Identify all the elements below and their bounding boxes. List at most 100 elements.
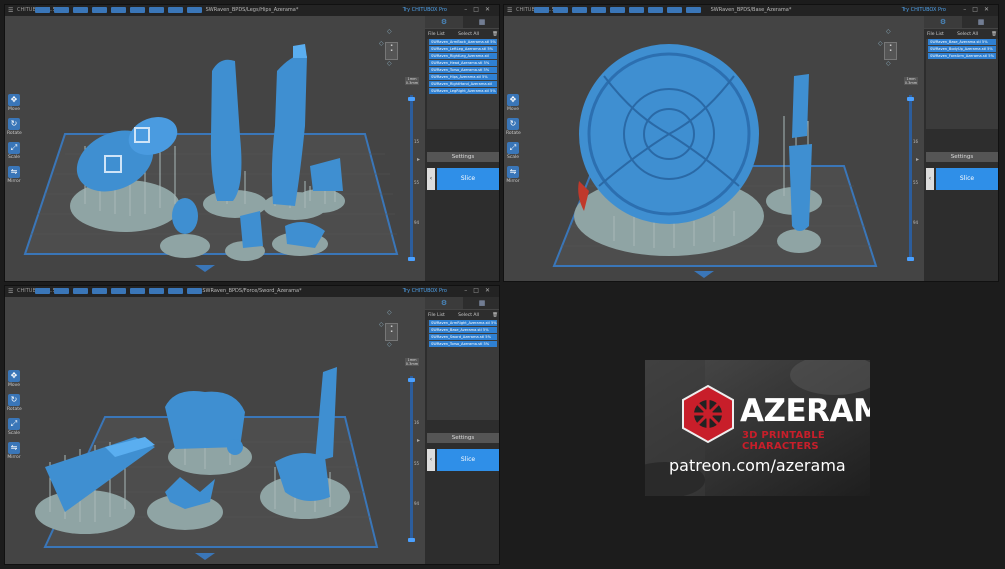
nav-down-icon[interactable]: ◇ xyxy=(387,60,392,67)
toolbar-button[interactable] xyxy=(130,288,145,294)
toolbar-button[interactable] xyxy=(54,7,69,13)
menu-icon[interactable]: ☰ xyxy=(8,288,13,295)
mirror-tool[interactable]: ⇋ Mirror xyxy=(506,166,520,184)
toolbar-button[interactable] xyxy=(92,288,107,294)
file-list-item[interactable]: SWRaven_Torso_Azerama.stl 5% xyxy=(429,67,497,73)
nav-up-icon[interactable]: ◇ xyxy=(387,309,392,316)
window-controls[interactable]: –□✕ xyxy=(963,6,995,13)
file-list-item[interactable]: SWRaven_BodyUp_Azerama.stl 5% xyxy=(928,46,996,52)
toolbar-button[interactable] xyxy=(111,288,126,294)
layer-track[interactable] xyxy=(909,95,912,260)
rotate-tool[interactable]: ↻ Rotate xyxy=(506,118,521,136)
nav-up-icon[interactable]: ◇ xyxy=(886,28,891,35)
layer-track[interactable] xyxy=(410,95,413,260)
try-pro-link[interactable]: Try CHITUBOX Pro xyxy=(403,288,447,294)
toolbar-button[interactable] xyxy=(168,7,183,13)
nav-down-icon[interactable]: ◇ xyxy=(886,60,891,67)
mirror-tool[interactable]: ⇋ Mirror xyxy=(7,442,21,460)
3d-viewport[interactable]: ✥ Move ↻ Rotate ⤢ Scale ⇋ Mirror ◇ ◇ ▪ ▪ ◇ 1m… xyxy=(5,297,425,564)
toolbar-button[interactable] xyxy=(111,7,126,13)
tab-print[interactable]: ▦ xyxy=(962,16,998,28)
scale-tool[interactable]: ⤢ Scale xyxy=(7,418,21,436)
collapse-sidebar-icon[interactable]: ▸ xyxy=(417,437,420,444)
toolbar-button[interactable] xyxy=(187,288,202,294)
toolbar-button[interactable] xyxy=(648,7,663,13)
toolbar-button[interactable] xyxy=(35,7,50,13)
nav-down-icon[interactable]: ◇ xyxy=(387,341,392,348)
view-cube-icon[interactable]: ▪ ▪ xyxy=(884,42,897,60)
rotate-tool[interactable]: ↻ Rotate xyxy=(7,118,22,136)
expand-icon[interactable]: ‹ xyxy=(926,168,934,190)
toolbar-button[interactable] xyxy=(92,7,107,13)
move-tool[interactable]: ✥ Move xyxy=(7,370,21,388)
scale-tool[interactable]: ⤢ Scale xyxy=(7,142,21,160)
file-list-item[interactable]: SWRaven_Head_Azerama.stl 5% xyxy=(429,60,497,66)
expand-icon[interactable]: ‹ xyxy=(427,449,435,471)
view-navigator[interactable]: ◇ ◇ ▪ ▪ ◇ xyxy=(878,28,900,68)
toolbar-button[interactable] xyxy=(610,7,625,13)
layer-bottom-handle[interactable] xyxy=(408,538,415,542)
delete-icon[interactable]: 🗑 xyxy=(492,313,498,318)
layer-top-handle[interactable] xyxy=(907,97,914,101)
delete-icon[interactable]: 🗑 xyxy=(492,32,498,37)
toolbar-button[interactable] xyxy=(35,288,50,294)
slice-button[interactable]: Slice xyxy=(437,168,499,190)
try-pro-link[interactable]: Try CHITUBOX Pro xyxy=(403,7,447,13)
file-list-item[interactable]: SWRaven_ArmRight_Azerama.stl 5% xyxy=(429,320,497,326)
view-cube-icon[interactable]: ▪ ▪ xyxy=(385,42,398,60)
file-list-item[interactable]: SWRaven_ForeArm_Azerama.stl 5% xyxy=(928,53,996,59)
file-list-item[interactable]: SWRaven_LegRight_Azerama.stl 5% xyxy=(429,88,497,94)
file-list-item[interactable]: SWRaven_RightLeg_Azerama.stl xyxy=(429,53,497,59)
file-list-item[interactable]: SWRaven_Torso_Azerama.stl 5% xyxy=(429,341,497,347)
scale-tool[interactable]: ⤢ Scale xyxy=(506,142,520,160)
try-pro-link[interactable]: Try CHITUBOX Pro xyxy=(902,7,946,13)
layer-bottom-handle[interactable] xyxy=(408,257,415,261)
file-list-item[interactable]: SWRaven_LeftLeg_Azerama.stl 5% xyxy=(429,46,497,52)
expand-icon[interactable]: ‹ xyxy=(427,168,435,190)
nav-left-icon[interactable]: ◇ xyxy=(379,321,384,328)
toolbar-button[interactable] xyxy=(149,288,164,294)
delete-icon[interactable]: 🗑 xyxy=(991,32,997,37)
nav-left-icon[interactable]: ◇ xyxy=(878,40,883,47)
toolbar-button[interactable] xyxy=(534,7,549,13)
menu-icon[interactable]: ☰ xyxy=(8,7,13,14)
view-navigator[interactable]: ◇ ◇ ▪ ▪ ◇ xyxy=(379,309,401,349)
slice-button[interactable]: Slice xyxy=(936,168,998,190)
select-all-label[interactable]: Select All xyxy=(458,32,479,37)
select-all-label[interactable]: Select All xyxy=(957,32,978,37)
toolbar-button[interactable] xyxy=(73,7,88,13)
file-list-item[interactable]: SWRaven_Sword_Azerama.stl 5% xyxy=(429,334,497,340)
toolbar-button[interactable] xyxy=(73,288,88,294)
toolbar-button[interactable] xyxy=(130,7,145,13)
file-list-item[interactable]: SWRaven_ArmBack_Azerama.stl 5% xyxy=(429,39,497,45)
file-list-item[interactable]: SWRaven_Hips_Azerama.stl 5% xyxy=(429,74,497,80)
layer-top-handle[interactable] xyxy=(408,97,415,101)
settings-button[interactable]: Settings xyxy=(926,152,998,162)
view-navigator[interactable]: ◇ ◇ ▪ ▪ ◇ xyxy=(379,28,401,68)
menu-icon[interactable]: ☰ xyxy=(507,7,512,14)
toolbar-button[interactable] xyxy=(187,7,202,13)
file-list-item[interactable]: SWRaven_Base_Azerama.stl 5% xyxy=(928,39,996,45)
layer-top-handle[interactable] xyxy=(408,378,415,382)
toolbar-button[interactable] xyxy=(667,7,682,13)
settings-button[interactable]: Settings xyxy=(427,433,499,443)
slice-button[interactable]: Slice xyxy=(437,449,499,471)
nav-left-icon[interactable]: ◇ xyxy=(379,40,384,47)
layer-slider[interactable]: 1mm 0.3mm 15 55 94 xyxy=(405,77,419,267)
collapse-sidebar-icon[interactable]: ▸ xyxy=(417,156,420,163)
toolbar-button[interactable] xyxy=(149,7,164,13)
layer-bottom-handle[interactable] xyxy=(907,257,914,261)
toolbar-button[interactable] xyxy=(591,7,606,13)
tab-print[interactable]: ▦ xyxy=(463,16,499,28)
toolbar-button[interactable] xyxy=(54,288,69,294)
tab-print[interactable]: ▦ xyxy=(463,297,499,309)
nav-up-icon[interactable]: ◇ xyxy=(387,28,392,35)
view-cube-icon[interactable]: ▪ ▪ xyxy=(385,323,398,341)
3d-viewport[interactable]: ✥ Move ↻ Rotate ⤢ Scale ⇋ Mirror ◇ ◇ ▪ ▪ ◇ 1m… xyxy=(5,16,425,281)
settings-button[interactable]: Settings xyxy=(427,152,499,162)
toolbar-button[interactable] xyxy=(553,7,568,13)
select-all-label[interactable]: Select All xyxy=(458,313,479,318)
layer-track[interactable] xyxy=(410,376,413,541)
move-tool[interactable]: ✥ Move xyxy=(7,94,21,112)
window-controls[interactable]: –□✕ xyxy=(464,6,496,13)
